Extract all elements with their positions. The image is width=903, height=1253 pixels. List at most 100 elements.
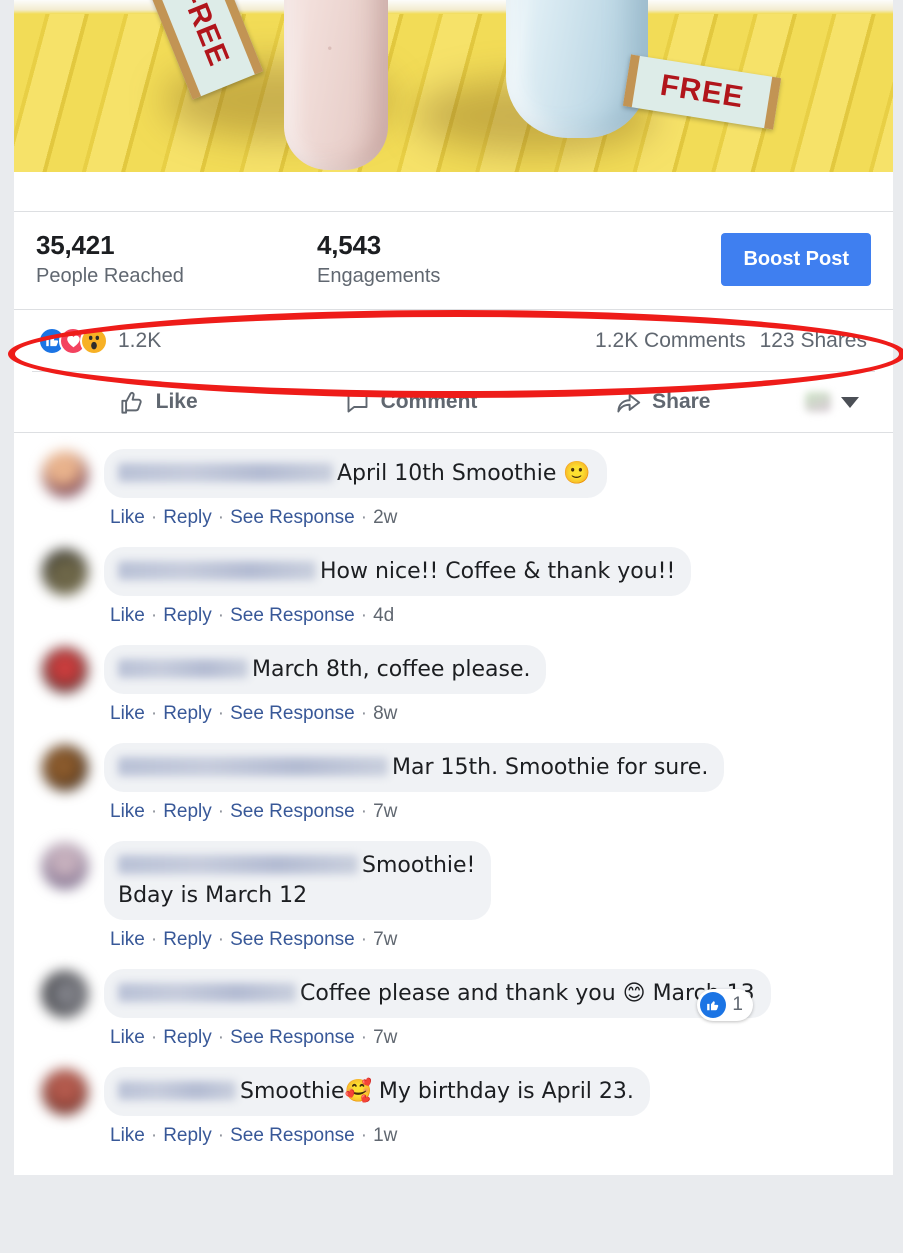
boost-post-button[interactable]: Boost Post (721, 233, 871, 286)
comment-see-response-link[interactable]: See Response (230, 801, 355, 822)
meta-sep: · (217, 507, 225, 529)
commenter-name-redacted[interactable] (118, 463, 333, 482)
share-button-label: Share (652, 390, 711, 413)
meta-sep: · (150, 605, 158, 627)
comment-bubble: How nice!! Coffee & thank you!! (104, 547, 692, 597)
comment-like-link[interactable]: Like (110, 703, 145, 724)
comment-timestamp: 7w (373, 929, 398, 951)
comment-reply-link[interactable]: Reply (163, 929, 212, 950)
avatar[interactable] (42, 843, 88, 890)
comment-reply-link[interactable]: Reply (163, 801, 212, 822)
comment-timestamp: 7w (373, 1027, 398, 1049)
facebook-post-screenshot: FREE FREE 35,421 People Reached 4,543 En… (0, 0, 903, 1253)
like-button-label: Like (155, 390, 198, 413)
meta-sep: · (360, 929, 368, 951)
audience-avatar (804, 392, 831, 412)
comment-like-link[interactable]: Like (110, 1125, 145, 1146)
comment-like-link[interactable]: Like (110, 929, 145, 950)
avatar[interactable] (42, 971, 88, 1018)
commenter-name-redacted[interactable] (118, 1081, 236, 1101)
chevron-down-icon (840, 396, 859, 408)
commenter-name-redacted[interactable] (118, 659, 248, 679)
meta-sep: · (150, 507, 158, 529)
comment-timestamp: 4d (373, 605, 395, 627)
comment-like-link[interactable]: Like (110, 605, 145, 626)
comment-reply-link[interactable]: Reply (163, 1125, 212, 1146)
comment-text: Smoothie🥰 My birthday is April 23. (240, 1079, 634, 1105)
avatar[interactable] (42, 451, 88, 497)
comment-see-response-link[interactable]: See Response (230, 929, 355, 950)
comment-body: April 10th Smoothie 🙂 Like · Reply · See Res… (104, 449, 607, 529)
comment-see-response-link[interactable]: See Response (230, 507, 355, 528)
stat-people-reached[interactable]: 35,421 People Reached (36, 229, 317, 291)
comment-bubble: Coffee please and thank you 😊 March 13 (104, 969, 771, 1019)
meta-sep: · (360, 703, 368, 725)
thumbs-up-icon (119, 389, 146, 416)
commenter-name-redacted[interactable] (118, 561, 316, 581)
meta-sep: · (217, 929, 225, 951)
comment-body: Smoothie🥰 My birthday is April 23. Like ·… (104, 1067, 650, 1147)
post-photo[interactable]: FREE FREE (14, 0, 893, 172)
comment-item: Smoothie🥰 My birthday is April 23. Like ·… (14, 1067, 893, 1147)
comment-timestamp: 8w (373, 703, 398, 725)
post-actions-bar: Like Comment Share (32, 371, 875, 432)
comment-see-response-link[interactable]: See Response (230, 703, 355, 724)
comment-text: How nice!! Coffee & thank you!! (320, 559, 676, 585)
comment-timestamp: 1w (373, 1125, 398, 1147)
photo-bottom-gap (14, 172, 893, 211)
comment-button-label: Comment (380, 390, 478, 413)
avatar[interactable] (42, 1069, 88, 1116)
meta-sep: · (150, 929, 158, 951)
shares-count[interactable]: 123 Shares (760, 329, 867, 353)
comment-like-link[interactable]: Like (110, 801, 145, 822)
comments-list: April 10th Smoothie 🙂 Like · Reply · See Res… (14, 432, 893, 1175)
engagements-value: 4,543 (317, 229, 382, 260)
pink-smoothie-cup (284, 0, 388, 170)
share-button[interactable]: Share (537, 389, 789, 416)
avatar[interactable] (42, 745, 88, 792)
comment-timestamp: 7w (373, 801, 398, 823)
comment-text: March 8th, coffee please. (252, 657, 531, 683)
avatar[interactable] (42, 647, 88, 694)
comments-count[interactable]: 1.2K Comments (595, 329, 746, 353)
comment-button[interactable]: Comment (284, 389, 536, 416)
comment-item: Smoothie! Bday is March 12 Like · Reply · Se… (14, 841, 893, 951)
comment-reply-link[interactable]: Reply (163, 703, 212, 724)
comment-see-response-link[interactable]: See Response (230, 605, 355, 626)
comment-like-link[interactable]: Like (110, 1027, 145, 1048)
comment-meta: Like · Reply · See Response · 7w (110, 929, 491, 951)
audience-selector[interactable] (789, 392, 875, 412)
comment-text: Mar 15th. Smoothie for sure. (392, 755, 709, 781)
comment-reply-link[interactable]: Reply (163, 605, 212, 626)
meta-sep: · (217, 605, 225, 627)
commenter-name-redacted[interactable] (118, 757, 388, 777)
comment-bubble: Smoothie! Bday is March 12 (104, 841, 492, 921)
comment-body: How nice!! Coffee & thank you!! Like · Rep… (104, 547, 692, 627)
comment-meta: Like · Reply · See Response · 1w (110, 1125, 650, 1147)
avatar[interactable] (42, 549, 88, 596)
reaction-icon-group[interactable]: 1.2K (38, 326, 161, 355)
comment-reply-link[interactable]: Reply (163, 507, 212, 528)
like-button[interactable]: Like (32, 389, 284, 416)
meta-sep: · (360, 605, 368, 627)
comment-like-badge[interactable]: 1 (697, 989, 753, 1022)
meta-sep: · (360, 801, 368, 823)
share-arrow-icon (615, 389, 642, 416)
commenter-name-redacted[interactable] (118, 855, 358, 875)
meta-sep: · (150, 801, 158, 823)
reach-label: People Reached (36, 265, 184, 288)
comment-reply-link[interactable]: Reply (163, 1027, 212, 1048)
commenter-name-redacted[interactable] (118, 983, 296, 1003)
post-insights-row: 35,421 People Reached 4,543 Engagements … (14, 211, 893, 309)
post-actions-wrap: Like Comment Share (14, 371, 893, 432)
stat-engagements[interactable]: 4,543 Engagements (317, 229, 598, 291)
comment-meta: Like · Reply · See Response · 7w (110, 801, 724, 823)
comment-see-response-link[interactable]: See Response (230, 1125, 355, 1146)
comment-see-response-link[interactable]: See Response (230, 1027, 355, 1048)
meta-sep: · (360, 1125, 368, 1147)
comment-like-link[interactable]: Like (110, 507, 145, 528)
comment-body: Smoothie! Bday is March 12 Like · Reply · Se… (104, 841, 492, 951)
comment-item: March 8th, coffee please. Like · Reply · See… (14, 645, 893, 725)
comment-text: Coffee please and thank you 😊 March 13 (300, 981, 755, 1007)
comment-item: Mar 15th. Smoothie for sure. Like · Reply ·… (14, 743, 893, 823)
